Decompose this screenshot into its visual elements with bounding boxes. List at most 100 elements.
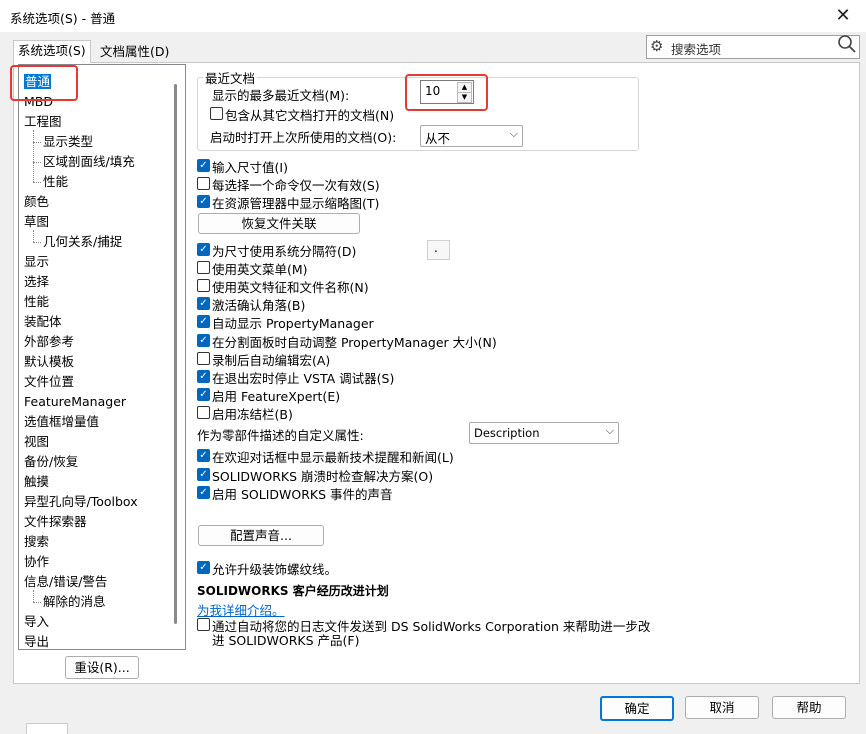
option-label: 录制后自动编辑宏(A)	[212, 352, 331, 368]
tree-item[interactable]: 外部参考	[24, 332, 74, 352]
option-checkbox[interactable]: ✓	[197, 195, 210, 208]
separator-field[interactable]: .	[427, 240, 450, 260]
option-checkbox[interactable]: ✓	[197, 486, 210, 499]
option-checkbox[interactable]	[197, 177, 210, 190]
thread-upgrade-label: 允许升级装饰螺纹线。	[212, 562, 338, 577]
tree-guide	[33, 602, 41, 603]
option-label: 启用 SOLIDWORKS 事件的声音	[212, 487, 393, 502]
tree-item[interactable]: 几何关系/捕捉	[43, 232, 122, 252]
tree-item[interactable]: 搜索	[24, 532, 49, 552]
tree-item[interactable]: 解除的消息	[43, 592, 106, 612]
options-tree[interactable]: 普通 MBD 工程图 显示类型 区域剖面线/填充 性能 颜色 草图 几何关系/捕捉 显示 选择 性能装…	[18, 64, 186, 650]
option-label: 每选择一个命令仅一次有效(S)	[212, 178, 380, 193]
tree-item[interactable]: 性能	[24, 292, 49, 312]
cancel-button[interactable]: 取消	[685, 696, 759, 719]
option-checkbox[interactable]: ✓	[197, 369, 210, 383]
ceip-checkbox[interactable]	[197, 618, 210, 631]
tree-scrollbar[interactable]	[174, 84, 177, 624]
ok-button[interactable]: 确定	[600, 696, 674, 721]
tree-item-label: 备份/恢复	[24, 454, 79, 469]
option-label: 在欢迎对话框中显示最新技术提醒和新闻(L)	[212, 450, 454, 465]
chevron-down-icon: ⌵	[509, 127, 518, 140]
tab-document-properties[interactable]: 文档属性(D)	[96, 42, 173, 62]
tree-item[interactable]: 信息/错误/警告	[24, 572, 107, 592]
tree-item[interactable]: 视图	[24, 432, 49, 452]
tree-guide	[33, 142, 41, 143]
open-last-value: 从不	[425, 131, 451, 146]
tree-item-label: 性能	[43, 174, 69, 189]
tree-guide	[33, 230, 34, 242]
tree-item-label: 搜索	[24, 534, 50, 549]
custom-prop-select[interactable]: Description ⌵	[469, 422, 619, 444]
tree-item[interactable]: 文件位置	[24, 372, 74, 392]
option-checkbox[interactable]: ✓	[197, 387, 210, 401]
tree-item[interactable]: 工程图	[24, 112, 62, 132]
search-input[interactable]: 搜索选项	[671, 39, 721, 58]
tree-item[interactable]: 选择	[24, 272, 49, 292]
tree-item[interactable]: 文件探索器	[24, 512, 87, 532]
option-checkbox[interactable]	[197, 279, 210, 293]
tree-item[interactable]: 导出	[24, 632, 49, 649]
tree-item-label: 触摸	[24, 474, 50, 489]
restore-file-associations-button[interactable]: 恢复文件关联	[198, 213, 360, 234]
tree-item-label: 选择	[24, 274, 50, 289]
search-box[interactable]: ⚙ 搜索选项	[646, 35, 860, 59]
open-last-select[interactable]: 从不 ⌵	[420, 125, 523, 147]
option-checkbox[interactable]	[197, 261, 210, 275]
reset-button[interactable]: 重设(R)...	[65, 656, 139, 679]
include-other-docs-checkbox[interactable]	[210, 107, 223, 120]
help-button[interactable]: 帮助	[772, 696, 846, 719]
option-checkbox[interactable]: ✓	[197, 449, 210, 462]
option-checkbox[interactable]	[197, 351, 210, 365]
tree-item[interactable]: 选值框增量值	[24, 412, 99, 432]
option-label: 启用 FeatureXpert(E)	[212, 388, 341, 404]
max-recent-label: 显示的最多最近文档(M):	[212, 88, 350, 103]
thread-upgrade-checkbox[interactable]: ✓	[197, 561, 210, 574]
ceip-title: SOLIDWORKS 客户经历改进计划	[197, 584, 389, 598]
tree-item[interactable]: 颜色	[24, 192, 49, 212]
tab-system-options[interactable]: 系统选项(S)	[13, 40, 91, 63]
tree-item[interactable]: 显示类型	[43, 132, 93, 152]
option-label: 启用冻结栏(B)	[212, 406, 293, 422]
tree-item-label: 协作	[24, 554, 50, 569]
tree-item[interactable]: FeatureManager	[24, 392, 126, 412]
option-checkbox[interactable]	[197, 405, 210, 419]
tree-item[interactable]: 导入	[24, 612, 49, 632]
search-icon[interactable]	[837, 34, 857, 54]
tree-item-label: 默认模板	[24, 354, 75, 369]
option-checkbox[interactable]: ✓	[197, 243, 210, 256]
option-checkbox[interactable]: ✓	[197, 315, 210, 329]
chevron-down-icon: ⌵	[605, 424, 614, 437]
tree-item[interactable]: 性能	[43, 172, 68, 192]
close-icon[interactable]: ✕	[828, 4, 858, 28]
tree-item[interactable]: 触摸	[24, 472, 49, 492]
tree-item[interactable]: 装配体	[24, 312, 62, 332]
option-label: SOLIDWORKS 崩溃时检查解决方案(O)	[212, 468, 434, 484]
tree-item-label: FeatureManager	[24, 394, 127, 409]
tree-guide	[33, 242, 41, 243]
tree-item[interactable]: 协作	[24, 552, 49, 572]
option-checkbox[interactable]: ✓	[197, 159, 210, 172]
tree-item[interactable]: 显示	[24, 252, 49, 272]
custom-prop-value: Description	[474, 426, 540, 440]
tree-item[interactable]: 异型孔向导/Toolbox	[24, 492, 138, 512]
tree-item-label: 性能	[24, 294, 50, 309]
tree-item[interactable]: 草图	[24, 212, 49, 232]
tree-item-label: 选值框增量值	[24, 414, 100, 429]
tree-item[interactable]: 区域剖面线/填充	[43, 152, 135, 172]
tree-item[interactable]: 备份/恢复	[24, 452, 78, 472]
configure-sounds-button[interactable]: 配置声音...	[198, 525, 324, 546]
tree-item-label: 装配体	[24, 314, 62, 329]
tree-guide	[33, 162, 41, 163]
option-checkbox[interactable]: ✓	[197, 297, 210, 311]
option-checkbox[interactable]: ✓	[197, 333, 210, 347]
option-label: 在退出宏时停止 VSTA 调试器(S)	[212, 370, 395, 386]
gear-icon[interactable]: ⚙	[650, 37, 663, 55]
taskbar-stub	[26, 723, 68, 734]
tree-item[interactable]: 默认模板	[24, 352, 74, 372]
option-label: 使用英文菜单(M)	[212, 262, 308, 278]
tree-item-label: 视图	[24, 434, 50, 449]
option-label: 为尺寸使用系统分隔符(D)	[212, 244, 357, 259]
option-checkbox[interactable]: ✓	[197, 467, 210, 481]
separator-value: .	[434, 241, 438, 255]
